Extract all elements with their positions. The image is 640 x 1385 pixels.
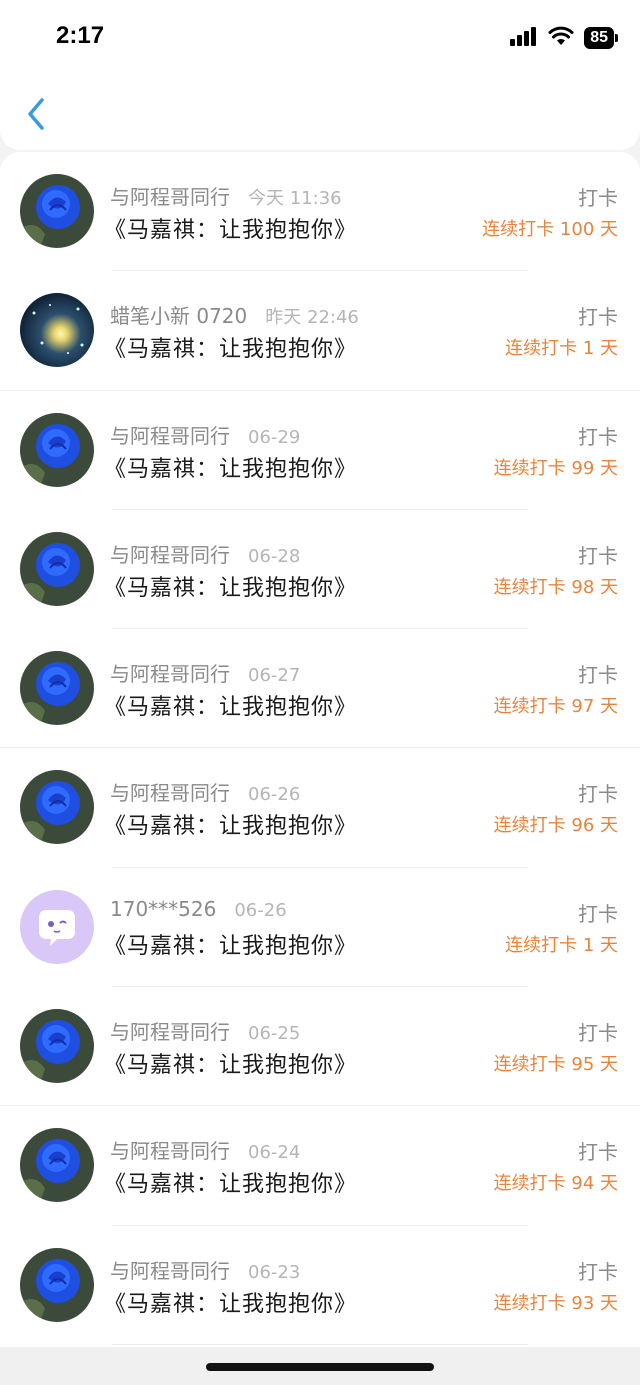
checkin-label: 打卡: [578, 305, 618, 330]
checkin-label: 打卡: [578, 424, 618, 449]
checkin-label: 打卡: [578, 1259, 618, 1284]
list-item[interactable]: 与阿程哥同行 06-25 《马嘉祺：让我抱抱你》 打卡 连续打卡 95 天: [0, 987, 640, 1107]
post-date: 06-29: [248, 426, 301, 448]
post-date: 06-26: [248, 784, 301, 806]
streak-label: 连续打卡 100 天: [482, 219, 618, 240]
chevron-left-icon: [26, 97, 46, 135]
list-item[interactable]: 蜡笔小新 0720 昨天 22:46 《马嘉祺：让我抱抱你》 打卡 连续打卡 1 …: [0, 271, 640, 391]
streak-label: 连续打卡 99 天: [493, 457, 618, 479]
checkin-label: 打卡: [578, 186, 618, 210]
status-bar: 2:17 85: [0, 0, 640, 80]
book-title: 《马嘉祺：让我抱抱你》: [104, 218, 358, 243]
list-item[interactable]: 与阿程哥同行 今天 11:36 《马嘉祺：让我抱抱你》 打卡 连续打卡 100 天: [0, 152, 640, 272]
checkin-label: 打卡: [578, 663, 618, 688]
back-button[interactable]: [18, 94, 54, 138]
book-title: 《马嘉祺：让我抱抱你》: [104, 337, 358, 363]
post-date: 06-23: [248, 1261, 301, 1283]
checkin-label: 打卡: [578, 1021, 618, 1046]
battery-indicator: 85: [584, 27, 618, 49]
user-avatar[interactable]: [20, 889, 94, 964]
streak-label: 连续打卡 1 天: [505, 934, 618, 956]
book-title: 《马嘉祺：让我抱抱你》: [104, 695, 358, 721]
checkin-label: 打卡: [578, 543, 618, 568]
post-date: 今天 11:36: [248, 188, 342, 209]
author-name: 与阿程哥同行: [110, 423, 230, 448]
book-title: 《马嘉祺：让我抱抱你》: [104, 575, 358, 601]
wifi-icon: [548, 26, 574, 50]
book-title: 《马嘉祺：让我抱抱你》: [104, 814, 358, 840]
list-item[interactable]: 与阿程哥同行 06-23 《马嘉祺：让我抱抱你》 打卡 连续打卡 93 天: [0, 1226, 640, 1346]
status-time: 2:17: [56, 22, 105, 49]
post-date: 06-27: [248, 665, 301, 687]
checkin-label: 打卡: [578, 1140, 618, 1165]
checkin-label: 打卡: [578, 901, 618, 926]
list-item[interactable]: 170***526 06-26 《马嘉祺：让我抱抱你》 打卡 连续打卡 1 天: [0, 868, 640, 988]
author-name: 蜡笔小新 0720: [110, 304, 248, 329]
home-indicator[interactable]: [206, 1363, 434, 1371]
streak-label: 连续打卡 1 天: [505, 338, 618, 360]
status-icons: 85: [510, 26, 618, 50]
book-title: 《马嘉祺：让我抱抱你》: [104, 1053, 358, 1079]
book-title: 《马嘉祺：让我抱抱你》: [104, 1172, 358, 1198]
book-title: 《马嘉祺：让我抱抱你》: [104, 1291, 358, 1317]
author-name: 170***526: [110, 896, 217, 921]
streak-label: 连续打卡 96 天: [493, 815, 618, 837]
streak-label: 连续打卡 98 天: [493, 576, 618, 598]
nav-bar: [0, 80, 640, 150]
list-item[interactable]: 与阿程哥同行 06-24 《马嘉祺：让我抱抱你》 打卡 连续打卡 94 天: [0, 1106, 640, 1226]
post-date: 昨天 22:46: [265, 307, 359, 329]
checkin-list: 与阿程哥同行 今天 11:36 《马嘉祺：让我抱抱你》 打卡 连续打卡 100 天…: [0, 152, 640, 1347]
user-avatar[interactable]: [20, 174, 94, 248]
post-date: 06-25: [248, 1023, 301, 1045]
streak-label: 连续打卡 95 天: [493, 1054, 618, 1076]
post-date: 06-26: [234, 899, 287, 921]
author-name: 与阿程哥同行: [110, 1258, 230, 1283]
checkin-label: 打卡: [578, 782, 618, 807]
user-avatar[interactable]: [20, 770, 94, 845]
author-name: 与阿程哥同行: [110, 1020, 230, 1045]
book-title: 《马嘉祺：让我抱抱你》: [104, 933, 358, 959]
cellular-signal-icon: [510, 26, 538, 50]
streak-label: 连续打卡 93 天: [493, 1292, 618, 1314]
user-avatar[interactable]: [20, 1009, 94, 1084]
user-avatar[interactable]: [20, 412, 94, 487]
user-avatar[interactable]: [20, 1128, 94, 1203]
author-name: 与阿程哥同行: [110, 662, 230, 687]
user-avatar[interactable]: [20, 293, 94, 368]
author-name: 与阿程哥同行: [110, 1139, 230, 1164]
book-title: 《马嘉祺：让我抱抱你》: [104, 456, 358, 482]
user-avatar[interactable]: [20, 651, 94, 726]
list-item[interactable]: 与阿程哥同行 06-27 《马嘉祺：让我抱抱你》 打卡 连续打卡 97 天: [0, 629, 640, 749]
list-item[interactable]: 与阿程哥同行 06-28 《马嘉祺：让我抱抱你》 打卡 连续打卡 98 天: [0, 510, 640, 630]
streak-label: 连续打卡 94 天: [493, 1173, 618, 1195]
list-item[interactable]: 与阿程哥同行 06-26 《马嘉祺：让我抱抱你》 打卡 连续打卡 96 天: [0, 748, 640, 869]
list-item[interactable]: 与阿程哥同行 06-29 《马嘉祺：让我抱抱你》 打卡 连续打卡 99 天: [0, 391, 640, 511]
user-avatar[interactable]: [20, 531, 94, 606]
post-date: 06-28: [248, 545, 301, 567]
author-name: 与阿程哥同行: [110, 185, 230, 209]
author-name: 与阿程哥同行: [110, 781, 230, 806]
author-name: 与阿程哥同行: [110, 542, 230, 567]
user-avatar[interactable]: [20, 1247, 94, 1322]
streak-label: 连续打卡 97 天: [493, 696, 618, 718]
post-date: 06-24: [248, 1142, 301, 1164]
